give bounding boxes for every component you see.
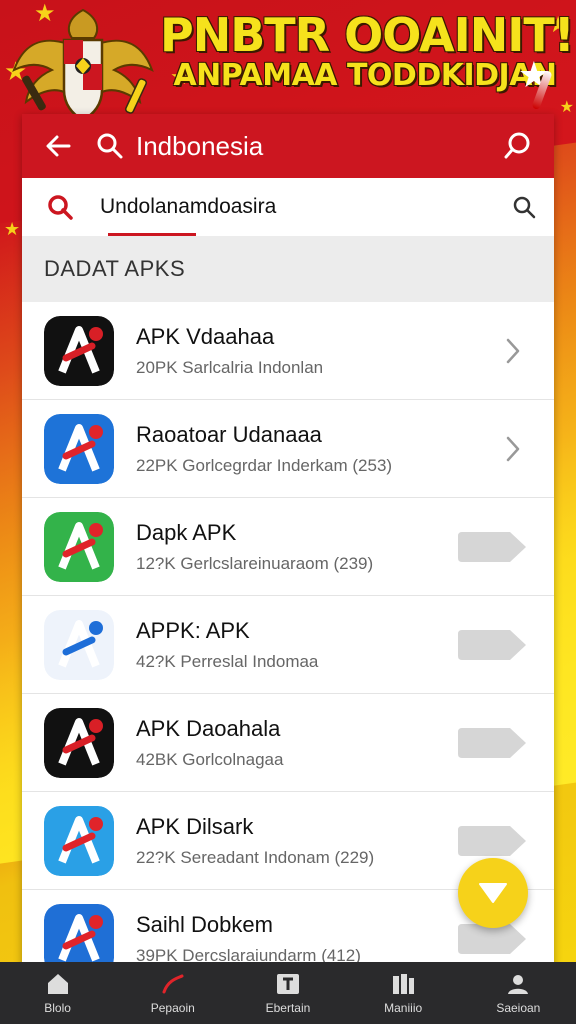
explore-icon <box>159 971 187 997</box>
banner-title: PNBTR OOAINIT!I <box>160 8 576 62</box>
app-name: Dapk APK <box>136 519 237 545</box>
tag-icon[interactable] <box>458 628 528 662</box>
app-name: APK Daoahala <box>136 715 281 741</box>
promo-banner: PNBTR OOAINIT!I ANPAMAA TODDKIDJAN <box>160 8 576 93</box>
app-meta: 42?K Perreslal Indomaa <box>136 651 319 671</box>
arrow-left-icon <box>46 135 71 157</box>
list-item[interactable]: APPK: APK 42?K Perreslal Indomaa <box>22 596 554 694</box>
profile-icon <box>504 971 532 997</box>
nav-label: Ebertain <box>265 1001 311 1015</box>
search-icon <box>97 133 123 159</box>
search-icon[interactable] <box>512 195 536 219</box>
nav-item-library[interactable]: Maniiio <box>353 971 453 1015</box>
search-query: Undolanamdoasira <box>100 195 277 218</box>
garuda-emblem-icon <box>8 4 158 130</box>
nav-item-explore[interactable]: Pepaoin <box>123 971 223 1015</box>
app-text: Dapk APK 12?K Gerlcslareinuaraom (239) <box>136 520 458 574</box>
nav-item-text[interactable]: Ebertain <box>238 971 338 1015</box>
app-name: APPK: APK <box>136 617 250 643</box>
app-meta: 12?K Gerlcslareinuaraom (239) <box>136 553 374 573</box>
app-icon <box>44 805 114 876</box>
search-button[interactable] <box>496 124 540 168</box>
app-meta: 42BK Gorlcolnagaa <box>136 749 284 769</box>
app-meta: 22?K Sereadant Indonam (229) <box>136 847 375 867</box>
search-icon <box>504 132 530 159</box>
nav-item-profile[interactable]: Saeioan <box>468 971 568 1015</box>
app-icon <box>44 707 114 778</box>
app-meta: 22PK Gorlcegrdar Inderkam (253) <box>136 455 393 475</box>
app-bar-title: Indbonesia <box>136 130 264 161</box>
list-item[interactable]: Dapk APK 12?K Gerlcslareinuaraom (239) <box>22 498 554 596</box>
home-icon <box>44 971 72 997</box>
app-bar-search[interactable]: Indbonesia <box>96 131 496 162</box>
section-header: DADAT APKS <box>22 236 554 302</box>
nav-label: Saeioan <box>496 1001 541 1015</box>
search-underline <box>108 233 196 236</box>
tag-icon[interactable] <box>458 824 528 858</box>
app-text: Raoatoar Udanaaa 22PK Gorlcegrdar Inderk… <box>136 422 498 476</box>
list-item[interactable]: APK Vdaahaa 20PK Sarlcalria Indonlan <box>22 302 554 400</box>
app-meta: 20PK Sarlcalria Indonlan <box>136 357 324 377</box>
back-button[interactable] <box>36 124 80 168</box>
app-text: APK Vdaahaa 20PK Sarlcalria Indonlan <box>136 324 498 378</box>
app-icon <box>44 315 114 386</box>
app-name: Saihl Dobkem <box>136 911 273 937</box>
app-name: APK Dilsark <box>136 813 254 839</box>
app-icon <box>44 413 114 484</box>
nav-label: Maniiio <box>384 1001 423 1015</box>
library-icon <box>389 971 417 997</box>
text-icon <box>274 971 302 997</box>
chevron-right-icon[interactable] <box>498 429 528 469</box>
star-decoration: ★ <box>559 99 574 116</box>
chevron-down-icon <box>479 883 507 903</box>
list-item[interactable]: APK Daoahala 42BK Gorlcolnagaa <box>22 694 554 792</box>
banner-subtitle: ANPAMAA TODDKIDJAN <box>173 58 557 93</box>
app-text: APPK: APK 42?K Perreslal Indomaa <box>136 618 458 672</box>
search-icon <box>48 195 73 220</box>
bottom-navigation: Blolo Pepaoin Ebertain Maniiio Saeioan <box>0 962 576 1024</box>
app-text: APK Daoahala 42BK Gorlcolnagaa <box>136 716 458 770</box>
app-text: APK Dilsark 22?K Sereadant Indonam (229) <box>136 814 458 868</box>
app-name: Raoatoar Udanaaa <box>136 421 322 447</box>
app-icon <box>44 609 114 680</box>
tag-icon[interactable] <box>458 530 528 564</box>
nav-label: Pepaoin <box>150 1001 195 1015</box>
app-screen: Indbonesia Undolanamdoasira DADAT APKS A… <box>22 114 554 974</box>
tag-icon[interactable] <box>458 726 528 760</box>
app-text: Saihl Dobkem 39PK Dercslaraiundarm (412) <box>136 912 458 966</box>
search-field[interactable]: Undolanamdoasira <box>22 178 554 236</box>
app-icon <box>44 511 114 582</box>
chevron-right-icon[interactable] <box>498 331 528 371</box>
app-bar: Indbonesia <box>22 114 554 178</box>
nav-label: Blolo <box>44 1001 71 1015</box>
nav-item-home[interactable]: Blolo <box>8 971 108 1015</box>
star-decoration: ★ <box>4 219 21 239</box>
fab-button[interactable] <box>458 858 528 928</box>
app-name: APK Vdaahaa <box>136 323 275 349</box>
list-item[interactable]: Raoatoar Udanaaa 22PK Gorlcegrdar Inderk… <box>22 400 554 498</box>
